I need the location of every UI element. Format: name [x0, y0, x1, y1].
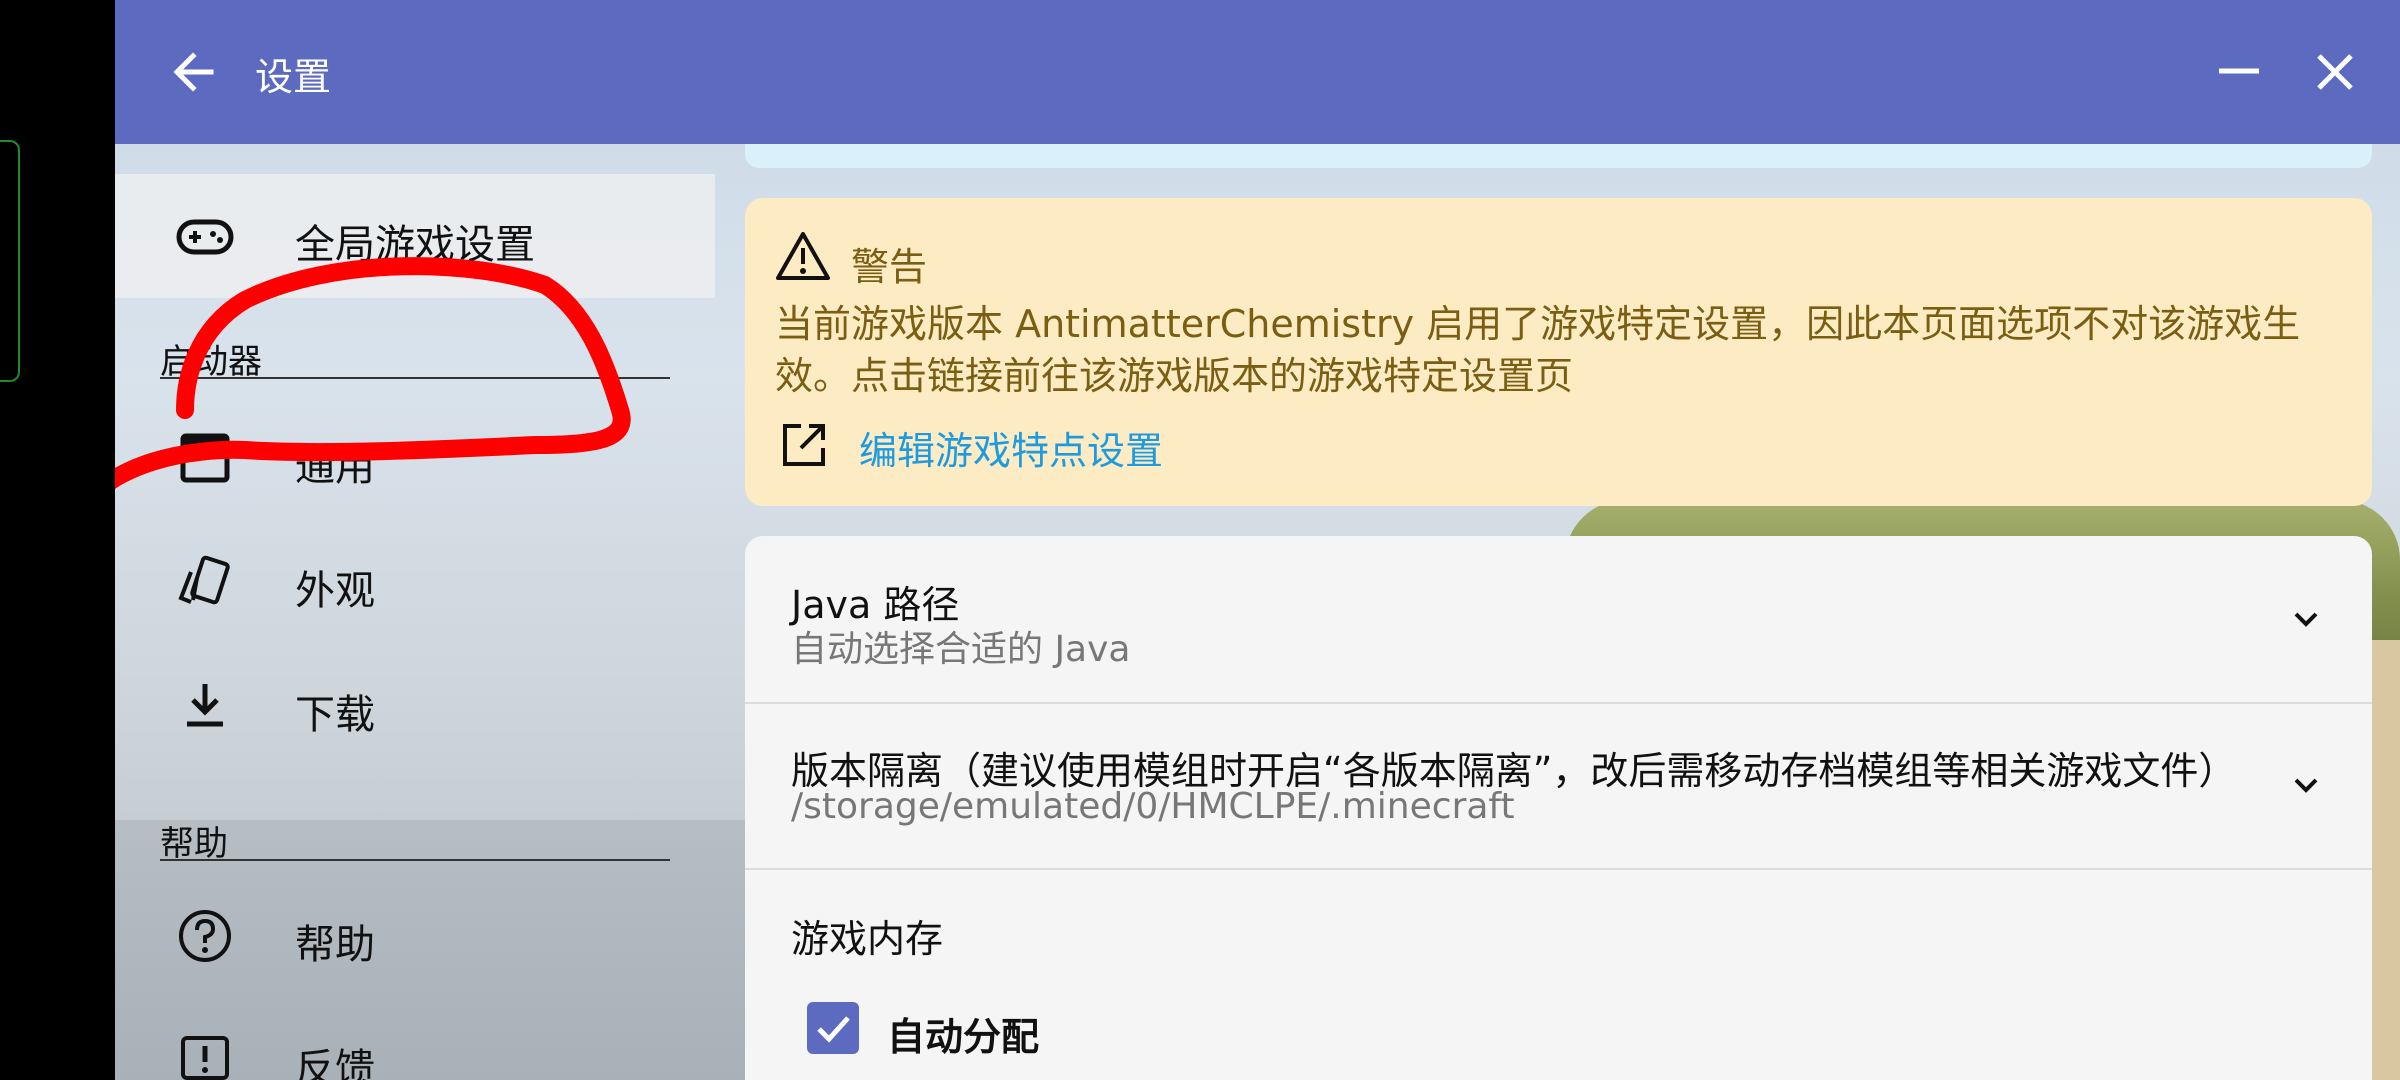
auto-allocate-label: 自动分配 [887, 1015, 1040, 1059]
back-button[interactable] [167, 44, 227, 100]
java-path-row[interactable]: Java 路径 自动选择合适的 Java [745, 536, 2372, 702]
top-info-card [745, 144, 2372, 168]
cards-icon [178, 555, 230, 605]
title-bar: 设置 [115, 0, 2400, 144]
warning-icon [776, 232, 830, 280]
arrow-left-icon [173, 52, 214, 92]
section-title-launcher: 启动器 [160, 342, 262, 382]
sidebar-item-label: 通用 [295, 444, 375, 490]
java-path-value: 自动选择合适的 Java [791, 629, 1131, 670]
close-button[interactable] [2307, 44, 2363, 100]
sidebar-item-label: 外观 [295, 568, 375, 614]
app-window: 设置 全局游戏设置 启动器 通用 外观 下载 帮助 帮助 反馈 警告 当前游戏版… [115, 0, 2400, 1080]
warning-heading: 警告 [851, 245, 928, 289]
open-external-icon[interactable] [779, 420, 829, 470]
device-bezel [0, 0, 115, 1080]
game-memory-title: 游戏内存 [791, 917, 944, 961]
chevron-down-icon [2294, 612, 2318, 627]
checkmark-icon [817, 1016, 850, 1043]
section-divider [160, 377, 670, 379]
version-isolation-value: /storage/emulated/0/HMCLPE/.minecraft [791, 786, 1515, 827]
window-icon [180, 433, 230, 483]
sidebar-item-general[interactable]: 通用 [115, 396, 715, 520]
sidebar-item-label: 帮助 [295, 922, 375, 968]
auto-allocate-checkbox[interactable] [807, 1002, 859, 1054]
sidebar-item-download[interactable]: 下载 [115, 644, 715, 768]
sidebar-item-feedback[interactable]: 反馈 [115, 998, 715, 1080]
sidebar-item-label: 反馈 [295, 1046, 375, 1080]
warning-card: 警告 当前游戏版本 AntimatterChemistry 启用了游戏特定设置，… [745, 198, 2372, 506]
page-title: 设置 [255, 55, 332, 99]
row-divider [745, 868, 2372, 870]
warning-message: 当前游戏版本 AntimatterChemistry 启用了游戏特定设置，因此本… [775, 302, 2301, 398]
sidebar: 全局游戏设置 启动器 通用 外观 下载 帮助 帮助 反馈 [115, 144, 715, 1080]
version-isolation-row[interactable]: 版本隔离（建议使用模组时开启“各版本隔离”，改后需移动存档模组等相关游戏文件） … [745, 704, 2372, 868]
sidebar-item-label: 全局游戏设置 [295, 222, 535, 268]
feedback-icon [181, 1036, 229, 1080]
help-circle-icon [179, 910, 231, 962]
settings-card: Java 路径 自动选择合适的 Java 版本隔离（建议使用模组时开启“各版本隔… [745, 536, 2372, 1080]
gamepad-icon [176, 219, 234, 255]
edit-game-settings-link[interactable]: 编辑游戏特点设置 [859, 420, 1163, 475]
section-divider [160, 859, 670, 861]
section-title-help: 帮助 [160, 824, 228, 864]
minimize-button[interactable] [2211, 46, 2267, 96]
close-icon [2317, 54, 2353, 90]
sidebar-item-help[interactable]: 帮助 [115, 874, 715, 998]
sidebar-item-label: 下载 [295, 692, 375, 738]
chevron-down-icon [2294, 778, 2318, 793]
edge-indicator [0, 140, 20, 382]
minimize-icon [2219, 68, 2259, 74]
sidebar-item-global-game-settings[interactable]: 全局游戏设置 [115, 174, 715, 298]
download-icon [187, 684, 223, 727]
sidebar-item-appearance[interactable]: 外观 [115, 520, 715, 644]
